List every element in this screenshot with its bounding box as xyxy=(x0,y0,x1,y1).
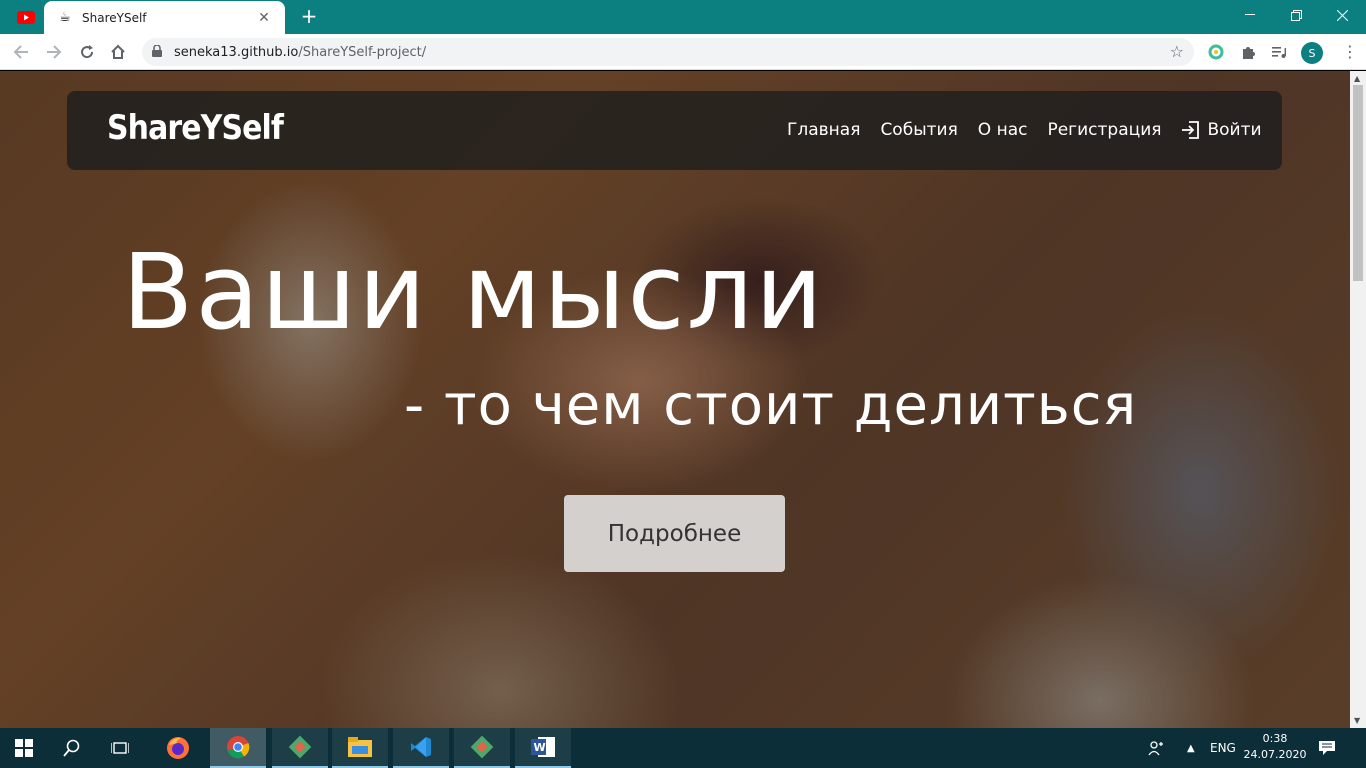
youtube-icon xyxy=(17,10,35,24)
browser-titlebar: ☕ ShareYSelf ✕ + xyxy=(0,0,1366,34)
active-tab[interactable]: ☕ ShareYSelf ✕ xyxy=(44,1,285,34)
forward-arrow-icon[interactable] xyxy=(42,40,66,64)
restore-icon[interactable] xyxy=(1273,0,1319,30)
nav-events[interactable]: События xyxy=(880,120,957,140)
lock-icon xyxy=(152,43,168,60)
page-viewport: ShareYSelf Главная События О нас Регистр… xyxy=(0,71,1350,728)
scroll-up-icon[interactable]: ▲ xyxy=(1354,74,1360,83)
word-icon[interactable]: W xyxy=(515,728,571,768)
url-path: /ShareYSelf-project/ xyxy=(298,44,427,60)
bookmark-star-icon[interactable]: ☆ xyxy=(1170,42,1184,61)
profile-avatar[interactable]: S xyxy=(1301,42,1323,64)
nav-register[interactable]: Регистрация xyxy=(1047,120,1161,140)
svg-text:W: W xyxy=(534,741,546,754)
window-close-icon[interactable] xyxy=(1319,0,1365,30)
address-bar[interactable]: seneka13.github.io/ShareYSelf-project/ ☆ xyxy=(142,38,1194,66)
tray-chevron-icon[interactable]: ▲ xyxy=(1187,728,1195,768)
hero-title: Ваши мысли xyxy=(122,231,825,353)
hero-subtitle: - то чем стоит делиться xyxy=(404,373,1138,438)
git-gui-icon[interactable] xyxy=(454,728,510,768)
url-text: seneka13.github.io/ShareYSelf-project/ xyxy=(174,45,426,60)
system-clock[interactable]: 0:38 24.07.2020 xyxy=(1240,731,1310,763)
people-icon[interactable] xyxy=(1148,728,1164,768)
tab-title: ShareYSelf xyxy=(82,10,147,25)
back-arrow-icon[interactable] xyxy=(9,40,33,64)
youtube-tab[interactable] xyxy=(10,8,42,26)
extensions-puzzle-icon[interactable] xyxy=(1238,42,1258,62)
scrollbar-thumb[interactable] xyxy=(1353,85,1363,281)
vscode-icon[interactable] xyxy=(393,728,449,768)
windows-taskbar: W ▲ ENG 0:38 24.07.2020 xyxy=(0,728,1366,768)
firefox-icon[interactable] xyxy=(154,728,202,768)
page-scrollbar[interactable]: ▲ ▼ xyxy=(1350,71,1366,728)
clock-date: 24.07.2020 xyxy=(1243,748,1307,761)
extension-ring-icon[interactable] xyxy=(1206,42,1226,62)
site-navbar: ShareYSelf Главная События О нас Регистр… xyxy=(67,91,1282,170)
reload-icon[interactable] xyxy=(75,40,99,64)
media-control-icon[interactable] xyxy=(1269,42,1289,62)
more-button[interactable]: Подробнее xyxy=(564,495,785,572)
nav-about[interactable]: О нас xyxy=(978,120,1028,140)
new-tab-button[interactable]: + xyxy=(298,5,320,27)
browser-toolbar: seneka13.github.io/ShareYSelf-project/ ☆… xyxy=(0,34,1366,70)
sign-in-icon xyxy=(1182,121,1200,139)
url-host: seneka13.github.io xyxy=(174,44,299,60)
search-icon[interactable] xyxy=(48,728,96,768)
file-explorer-icon[interactable] xyxy=(332,728,388,768)
nav-links: Главная События О нас Регистрация Войти xyxy=(787,120,1282,140)
notifications-icon[interactable] xyxy=(1318,728,1336,768)
task-view-icon[interactable] xyxy=(96,728,144,768)
nav-home[interactable]: Главная xyxy=(787,120,860,140)
chrome-taskbar-icon[interactable] xyxy=(210,728,266,768)
menu-kebab-icon[interactable]: ⋮ xyxy=(1342,42,1358,61)
home-icon[interactable] xyxy=(106,40,130,64)
git-client-icon[interactable] xyxy=(272,728,328,768)
nav-login-label: Войти xyxy=(1207,120,1262,140)
clock-time: 0:38 xyxy=(1262,732,1288,745)
nav-login[interactable]: Войти xyxy=(1181,120,1281,140)
close-tab-icon[interactable]: ✕ xyxy=(255,10,273,26)
site-logo[interactable]: ShareYSelf xyxy=(107,108,284,148)
scroll-down-icon[interactable]: ▼ xyxy=(1354,716,1360,725)
coffee-cup-icon: ☕ xyxy=(59,10,71,25)
windows-start-icon[interactable] xyxy=(0,728,48,768)
minimize-icon[interactable] xyxy=(1227,0,1273,30)
language-indicator[interactable]: ENG xyxy=(1210,728,1236,768)
